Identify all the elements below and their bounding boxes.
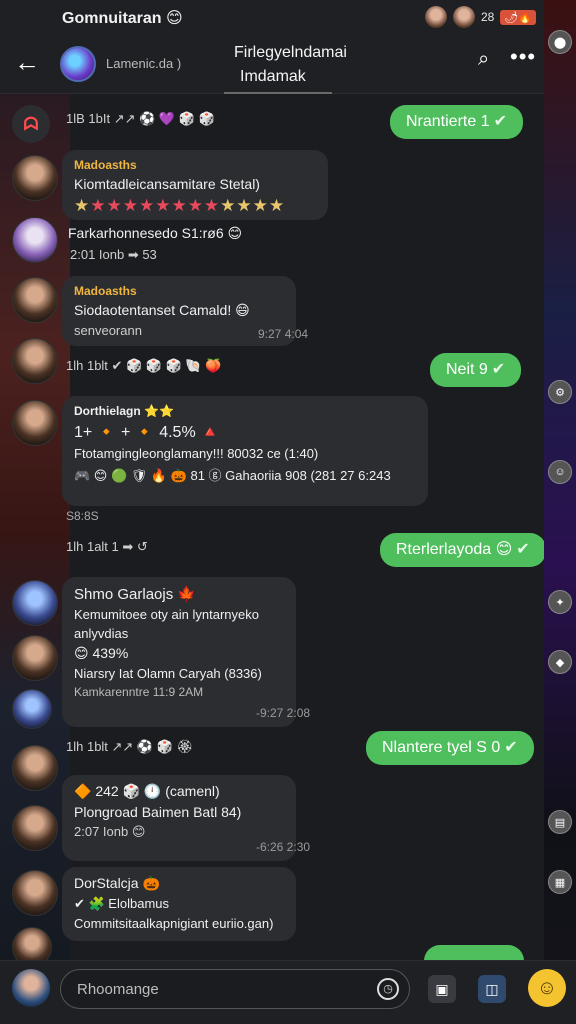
- message-meta: Kamkarenntre 11:9 2AM: [74, 685, 204, 699]
- tab-underline: [224, 92, 332, 94]
- sender-name: Shmo Garlaojs 🍁: [74, 586, 197, 603]
- clock-icon[interactable]: ◷: [377, 978, 399, 1000]
- background-art-right: ⬤ ⚙ ☺ ✦ ◆ ▤ ▦: [544, 0, 576, 1024]
- read-check-icon: ✔: [516, 541, 530, 558]
- side-app-icon[interactable]: ▦: [548, 870, 572, 894]
- message-text: 🎮 😊 🟢 🛡 🔥 🎃 81 ⓖ Gahaoriia 908 (281 27 6…: [74, 468, 391, 483]
- reaction-row: 1lh 1blt ✔ 🎲 🎲 🎲 🐚 🍑: [66, 358, 222, 373]
- sender-name: Madoasths: [74, 284, 137, 298]
- side-avatar-icon[interactable]: ☺: [548, 460, 572, 484]
- emoji-icon[interactable]: ☺: [528, 969, 566, 1007]
- side-app-icon[interactable]: ⬤: [548, 30, 572, 54]
- message-text: Nlantere tyel S 0: [382, 739, 501, 756]
- chat-list[interactable]: ᗣ 1lB 1bIt ↗↗ ⚽ 💜 🎲 🎲 Nrantierte 1 ✔ Mado…: [0, 95, 544, 960]
- message-bubble[interactable]: Dorthielagn ⭐⭐ 1+ 🔸 + 🔸 4.5% 🔺 Ftotamgin…: [62, 396, 428, 506]
- outgoing-message[interactable]: Neit 9 ✔: [430, 353, 522, 387]
- side-app-icon[interactable]: ✦: [548, 590, 572, 614]
- message-bubble[interactable]: Shmo Garlaojs 🍁 Kemumitoee oty ain lynta…: [62, 577, 296, 727]
- reaction-row: 1lh 1blt ↗↗ ⚽ 🎲 🏵: [66, 739, 194, 754]
- message-text: Kiomtadleicansamitare Stetal): [74, 176, 260, 192]
- reaction-row: 1lB 1bIt ↗↗ ⚽ 💜 🎲 🎲: [66, 111, 215, 126]
- message-time: 9:27 4:04: [258, 327, 309, 341]
- user-avatar[interactable]: [12, 745, 58, 791]
- message-text: Ftotamgingleonglamany!!! 80032 ce (1:40): [74, 446, 319, 461]
- sticker-icon[interactable]: ◫: [478, 975, 506, 1003]
- camera-icon[interactable]: ▣: [428, 975, 456, 1003]
- message-text: 🔶 242 🎲 🕛 (camenl): [74, 783, 220, 799]
- status-bar: Gomnuitaran 😊 28 🌶🔥: [0, 0, 544, 36]
- outgoing-message[interactable]: Nrantierte 1 ✔: [390, 105, 523, 139]
- message-input-placeholder: Rhoomange: [77, 981, 159, 998]
- message-text: Rterlerlayoda 😊: [396, 541, 513, 558]
- outgoing-message[interactable]: Nlantere tyel S 0 ✔: [366, 731, 534, 765]
- composer-bar: Rhoomange ◷ ▣ ◫ ☺: [0, 960, 576, 1024]
- message-text: Siodaotentanset Camald! 😄: [74, 302, 250, 318]
- message-input[interactable]: Rhoomange ◷: [60, 969, 410, 1009]
- user-avatar[interactable]: [12, 400, 58, 446]
- message-bubble[interactable]: Madoasths Kiomtadleicansamitare Stetal) …: [62, 150, 328, 220]
- message-time: -6:26 2:30: [256, 840, 311, 854]
- message-text: Nrantierte 1: [406, 113, 490, 130]
- message-text: Niarsry Iat Olamn Caryah (8336): [74, 666, 262, 681]
- user-avatar[interactable]: [12, 689, 52, 729]
- status-avatar: [424, 6, 447, 28]
- message-meta: senveorann: [74, 323, 142, 338]
- message-text: Commitsitaalkapnigiant euriio.gan): [74, 916, 274, 931]
- message-meta: 2:01 Ionb ➡ 53: [70, 247, 157, 262]
- rating-stars: ★★★★★★★★★★★★★: [74, 196, 286, 215]
- user-avatar[interactable]: [12, 338, 58, 384]
- outgoing-message[interactable]: Rterlerlayoda 😊 ✔: [380, 533, 544, 567]
- message-text: Kemumitoee oty ain lyntarnyeko: [74, 607, 259, 622]
- user-avatar[interactable]: [12, 927, 52, 960]
- status-badge: 🌶🔥: [500, 9, 536, 25]
- message-text: 😊 439%: [74, 645, 129, 661]
- reaction-row: 1lh 1alt 1 ➡ ↺: [66, 539, 148, 554]
- date-divider: S8:8S: [66, 509, 99, 523]
- message-text: anlyvdias: [74, 626, 129, 641]
- sender-name: Dorthielagn ⭐⭐: [74, 404, 174, 418]
- status-avatar: [452, 6, 475, 28]
- sender-name: Madoasths: [74, 158, 137, 172]
- notification-icon[interactable]: ᗣ: [12, 105, 50, 143]
- user-avatar[interactable]: [12, 277, 58, 323]
- more-options-icon[interactable]: •••: [510, 44, 536, 70]
- sender-name: DorStalcja 🎃: [74, 875, 160, 891]
- side-app-icon[interactable]: ◆: [548, 650, 572, 674]
- my-avatar[interactable]: [12, 969, 50, 1007]
- status-title: Gomnuitaran 😊: [62, 10, 183, 27]
- side-app-icon[interactable]: ▤: [548, 810, 572, 834]
- status-time: 28: [480, 10, 495, 24]
- user-avatar[interactable]: [12, 217, 58, 263]
- user-avatar[interactable]: [12, 155, 58, 201]
- message-text: 1+ 🔸 + 🔸 4.5% 🔺: [74, 424, 221, 441]
- user-avatar[interactable]: [12, 805, 58, 851]
- chat-subtitle[interactable]: Imdamak: [240, 68, 306, 86]
- read-check-icon: ✔: [504, 739, 518, 756]
- outgoing-message-partial[interactable]: [424, 945, 524, 960]
- read-check-icon: ✔: [491, 361, 506, 378]
- group-avatar[interactable]: [60, 46, 96, 82]
- message-time: -9:27 2:08: [256, 706, 311, 720]
- message-text: Neit 9: [446, 361, 488, 378]
- message-text: Plongroad Baimen Batl 84): [74, 804, 242, 820]
- status-icons: 28 🌶🔥: [424, 6, 536, 28]
- user-avatar[interactable]: [12, 870, 58, 916]
- read-check-icon: ✔: [493, 113, 507, 130]
- chat-title: Firlegyelndamai: [234, 44, 347, 61]
- side-app-icon[interactable]: ⚙: [548, 380, 572, 404]
- chat-header: ← Lamenic.da ) Firlegyelndamai Imdamak ⌕…: [0, 36, 544, 94]
- message-bubble[interactable]: DorStalcja 🎃 ✔ 🧩 Elolbamus Commitsitaalk…: [62, 867, 296, 941]
- search-icon[interactable]: ⌕: [478, 48, 489, 71]
- message-text: ✔ 🧩 Elolbamus: [74, 896, 169, 911]
- message-text: Farkarhonnesedo S1:rø6 😊: [68, 225, 243, 241]
- message-meta: 2:07 Ionb 😊: [74, 824, 146, 839]
- user-avatar[interactable]: [12, 635, 58, 681]
- back-arrow-icon[interactable]: ←: [14, 48, 44, 78]
- user-avatar[interactable]: [12, 580, 58, 626]
- group-subtitle: Lamenic.da ): [106, 56, 182, 71]
